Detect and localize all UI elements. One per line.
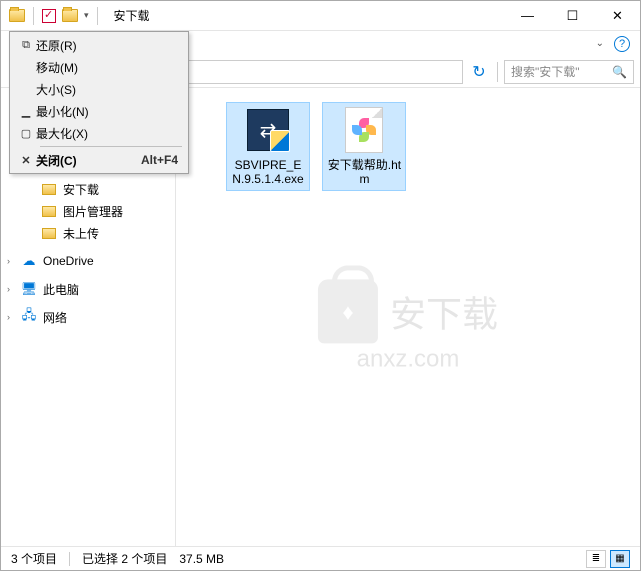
restore-icon: ⧉ [16, 39, 36, 52]
tree-item-thispc[interactable]: › 🖥 此电脑 [1, 278, 175, 300]
status-bar: 3 个项目 已选择 2 个项目 37.5 MB ≣ ▦ [1, 546, 640, 570]
sysmenu-move[interactable]: 移动(M) [12, 56, 186, 78]
html-icon [345, 107, 383, 153]
minimize-button[interactable]: — [505, 1, 550, 30]
status-size: 37.5 MB [179, 552, 224, 566]
tree-item[interactable]: 安下载 [1, 178, 175, 200]
tree-label: 此电脑 [43, 281, 79, 298]
breadcrumb[interactable]: › [175, 60, 463, 84]
help-icon[interactable]: ? [614, 36, 630, 52]
watermark: 安下载 anxz.com [318, 279, 498, 373]
file-item[interactable]: 安下载帮助.htm [322, 102, 406, 191]
maximize-icon: ▢ [16, 127, 36, 140]
close-button[interactable]: ✕ [595, 1, 640, 30]
tree-label: 安下载 [63, 181, 99, 198]
system-menu: ⧉ 还原(R) 移动(M) 大小(S) ▁ 最小化(N) ▢ 最大化(X) ✕ … [9, 31, 189, 174]
app-icon[interactable] [9, 9, 25, 22]
close-icon: ✕ [16, 154, 36, 167]
computer-icon: 🖥 [21, 281, 37, 297]
file-label: 安下载帮助.htm [326, 158, 402, 187]
titlebar: ▾ 安下载 — ☐ ✕ [1, 1, 640, 31]
menu-separator [40, 146, 182, 147]
status-item-count: 3 个项目 [11, 550, 57, 567]
watermark-text: 安下载 [390, 285, 498, 337]
expand-icon[interactable]: › [7, 312, 10, 322]
watermark-logo-icon [318, 279, 378, 343]
network-icon: 🖧 [21, 309, 37, 325]
view-details-button[interactable]: ≣ [586, 550, 606, 568]
file-item[interactable]: ⇄ SBVIPRE_EN.9.5.1.4.exe [226, 102, 310, 191]
exe-icon: ⇄ [247, 109, 289, 151]
sysmenu-size[interactable]: 大小(S) [12, 78, 186, 100]
tree-label: OneDrive [43, 254, 94, 268]
view-icons-button[interactable]: ▦ [610, 550, 630, 568]
refresh-icon[interactable]: ↻ [467, 62, 491, 82]
qat-customize-dropdown[interactable]: ▾ [84, 10, 89, 21]
tree-label: 未上传 [63, 225, 99, 242]
onedrive-icon: ☁ [21, 253, 37, 269]
sysmenu-maximize[interactable]: ▢ 最大化(X) [12, 122, 186, 144]
folder-icon [42, 228, 56, 239]
search-placeholder: 搜索"安下载" [511, 63, 580, 80]
tree-item-network[interactable]: › 🖧 网络 [1, 306, 175, 328]
status-selection: 已选择 2 个项目 [82, 550, 167, 567]
expand-icon[interactable]: › [7, 256, 10, 266]
file-label: SBVIPRE_EN.9.5.1.4.exe [230, 158, 306, 187]
tree-label: 图片管理器 [63, 203, 123, 220]
qat-properties-icon[interactable] [42, 9, 56, 23]
tree-item-onedrive[interactable]: › ☁ OneDrive [1, 250, 175, 272]
tree-label: 网络 [43, 309, 67, 326]
file-view[interactable]: ⇄ SBVIPRE_EN.9.5.1.4.exe 安下载帮助.htm 安下载 a… [176, 88, 640, 546]
sysmenu-restore[interactable]: ⧉ 还原(R) [12, 34, 186, 56]
sysmenu-minimize[interactable]: ▁ 最小化(N) [12, 100, 186, 122]
minimize-icon: ▁ [16, 105, 36, 118]
ribbon-expand-icon[interactable]: ⌄ [596, 38, 604, 49]
maximize-button[interactable]: ☐ [550, 1, 595, 30]
tree-item[interactable]: 未上传 [1, 222, 175, 244]
folder-icon [42, 206, 56, 217]
watermark-url: anxz.com [318, 345, 498, 373]
search-icon[interactable]: 🔍 [612, 65, 627, 79]
search-input[interactable]: 搜索"安下载" 🔍 [504, 60, 634, 84]
tree-item[interactable]: 图片管理器 [1, 200, 175, 222]
qat-newfolder-icon[interactable] [62, 9, 78, 22]
folder-icon [42, 184, 56, 195]
expand-icon[interactable]: › [7, 284, 10, 294]
window-title: 安下载 [114, 7, 150, 24]
sysmenu-close[interactable]: ✕ 关闭(C) Alt+F4 [12, 149, 186, 171]
